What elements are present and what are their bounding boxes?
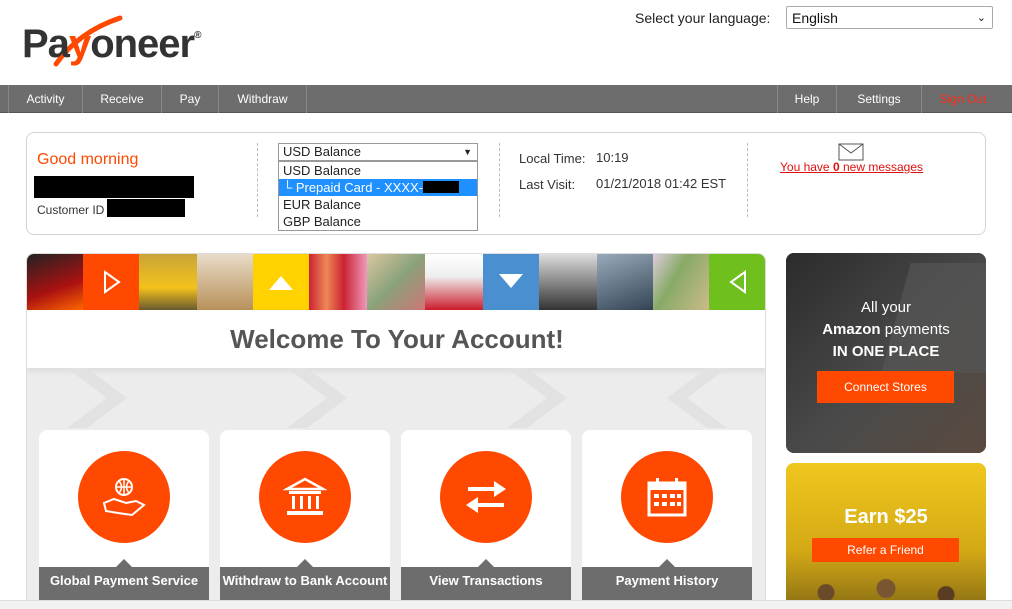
banner-photo [367,254,425,310]
payoneer-logo[interactable]: Payoneer® [22,22,202,67]
chevron-pattern-background [67,368,727,428]
triangle-up-icon [253,254,309,310]
redacted-card-number [423,181,459,193]
play-left-icon [709,254,765,310]
nav-help[interactable]: Help [777,85,837,113]
divider [747,143,748,217]
welcome-title: Welcome To Your Account! [27,310,765,368]
last-visit-value: 01/21/2018 01:42 EST [596,176,727,191]
balance-option-prepaid-card[interactable]: └ Prepaid Card - XXXX- [279,179,477,196]
banner-photo [197,254,253,310]
banner-strip [27,254,765,310]
balance-select[interactable]: USD Balance ▼ [278,143,478,161]
banner-photo [27,254,83,310]
nav-settings[interactable]: Settings [837,85,922,113]
card-withdraw-to-bank[interactable]: Withdraw to Bank Account [220,430,390,608]
promo-line-3: IN ONE PLACE [832,343,940,360]
main-nav: Activity Receive Pay Withdraw Help Setti… [0,85,1012,113]
redacted-name [34,176,194,198]
divider [499,143,500,217]
greeting: Good morning [37,151,139,168]
card-icon-circle [259,451,351,543]
card-notch [478,559,494,567]
local-time-label: Local Time: [519,151,586,166]
triangle-down-icon [483,254,539,310]
bank-icon [283,477,327,515]
banner-photo [653,254,709,310]
transfer-arrows-icon [466,481,506,513]
balance-option-eur[interactable]: EUR Balance [279,196,477,213]
welcome-panel: Welcome To Your Account! Global Payment … [26,253,766,609]
referral-title: Earn $25 [844,506,928,528]
card-payment-history[interactable]: Payment History [582,430,752,608]
card-icon-circle [440,451,532,543]
header: Payoneer® Select your language: English … [0,0,1012,85]
amazon-promo: All your Amazon payments IN ONE PLACE Co… [786,253,986,453]
envelope-icon[interactable] [838,143,864,161]
promo-line-1: All your [860,299,912,316]
nav-withdraw[interactable]: Withdraw [219,85,307,113]
calendar-icon [647,478,687,517]
account-info-bar: Good morning Customer ID USD Balance ▼ U… [26,132,986,235]
banner-photo [597,254,653,310]
balance-dropdown-list: USD Balance └ Prepaid Card - XXXX- EUR B… [278,161,478,231]
balance-selected-value: USD Balance [283,144,362,159]
card-icon-circle [621,451,713,543]
bottom-scroll-area [0,600,1012,609]
banner-photo [309,254,367,310]
nav-pay[interactable]: Pay [162,85,219,113]
balance-option-gbp[interactable]: GBP Balance [279,213,477,230]
balance-option-usd[interactable]: USD Balance [279,162,477,179]
chevron-down-icon: ⌄ [976,12,986,24]
nav-activity[interactable]: Activity [8,85,83,113]
messages-link[interactable]: You have 0 new messages [780,160,923,174]
local-time-value: 10:19 [596,150,629,165]
card-view-transactions[interactable]: View Transactions [401,430,571,608]
banner-photo [139,254,197,310]
banner-photo [425,254,483,310]
card-notch [116,559,132,567]
promo-line-2: Amazon payments [822,321,950,338]
language-selected-value: English [792,10,838,26]
redacted-customer-id [107,199,185,217]
language-select[interactable]: English ⌄ [786,6,993,29]
refer-a-friend-button[interactable]: Refer a Friend [812,538,959,562]
play-arrow-icon [83,254,139,310]
card-icon-circle [78,451,170,543]
globe-hand-icon [102,478,146,517]
customer-id-label: Customer ID [37,203,105,217]
divider [257,143,258,217]
card-global-payment-service[interactable]: Global Payment Service [39,430,209,608]
banner-photo [539,254,597,310]
nav-sign-out[interactable]: Sign Out [922,85,1004,113]
card-notch [297,559,313,567]
referral-promo: Earn $25 Refer a Friend [786,463,986,609]
triangle-down-icon: ▼ [463,147,472,157]
last-visit-label: Last Visit: [519,177,576,192]
card-notch [659,559,675,567]
connect-stores-button[interactable]: Connect Stores [817,371,954,403]
nav-receive[interactable]: Receive [83,85,162,113]
language-label: Select your language: [635,10,771,26]
